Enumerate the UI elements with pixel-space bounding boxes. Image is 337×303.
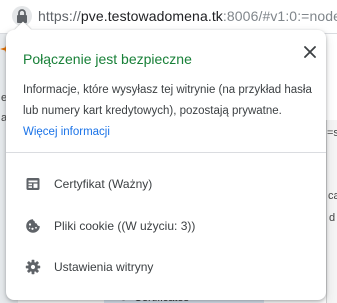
address-bar[interactable]: https://pve.testowadomena.tk:8006/#v1:0:… (0, 0, 337, 34)
certificate-label: Certyfikat (Ważny) (54, 177, 153, 191)
url-text[interactable]: https://pve.testowadomena.tk:8006/#v1:0:… (38, 8, 337, 24)
certificate-item[interactable]: Certyfikat (Ważny) (6, 164, 326, 204)
more-info-link[interactable]: Więcej informacji (23, 126, 110, 138)
site-settings-label: Ustawienia witryny (54, 260, 154, 274)
background-text: ca (328, 190, 337, 202)
divider (6, 152, 326, 153)
background-text: d (329, 212, 336, 224)
site-settings-item[interactable]: Ustawienia witryny (6, 247, 326, 287)
background-text: =s (327, 127, 337, 139)
url-path: :8006/#v1:0:=node (222, 8, 337, 24)
page-info-popup: Połączenie jest bezpieczne Informacje, k… (6, 21, 326, 300)
url-scheme: https:// (38, 8, 81, 24)
gear-icon (25, 259, 41, 275)
certificate-icon (25, 176, 41, 192)
cookies-label: Pliki cookie ((W użyciu: 3)) (54, 219, 196, 233)
cookies-item[interactable]: Pliki cookie ((W użyciu: 3)) (6, 206, 326, 246)
description-text: Informacje, które wysyłasz tej witrynie … (23, 84, 312, 117)
popup-description: Informacje, które wysyłasz tej witrynie … (23, 80, 315, 143)
popup-title: Połączenie jest bezpieczne (23, 51, 192, 67)
close-icon (304, 46, 316, 58)
close-button[interactable] (298, 40, 322, 64)
url-host: pve.testowadomena.tk (80, 8, 223, 24)
cookie-icon (25, 218, 41, 234)
